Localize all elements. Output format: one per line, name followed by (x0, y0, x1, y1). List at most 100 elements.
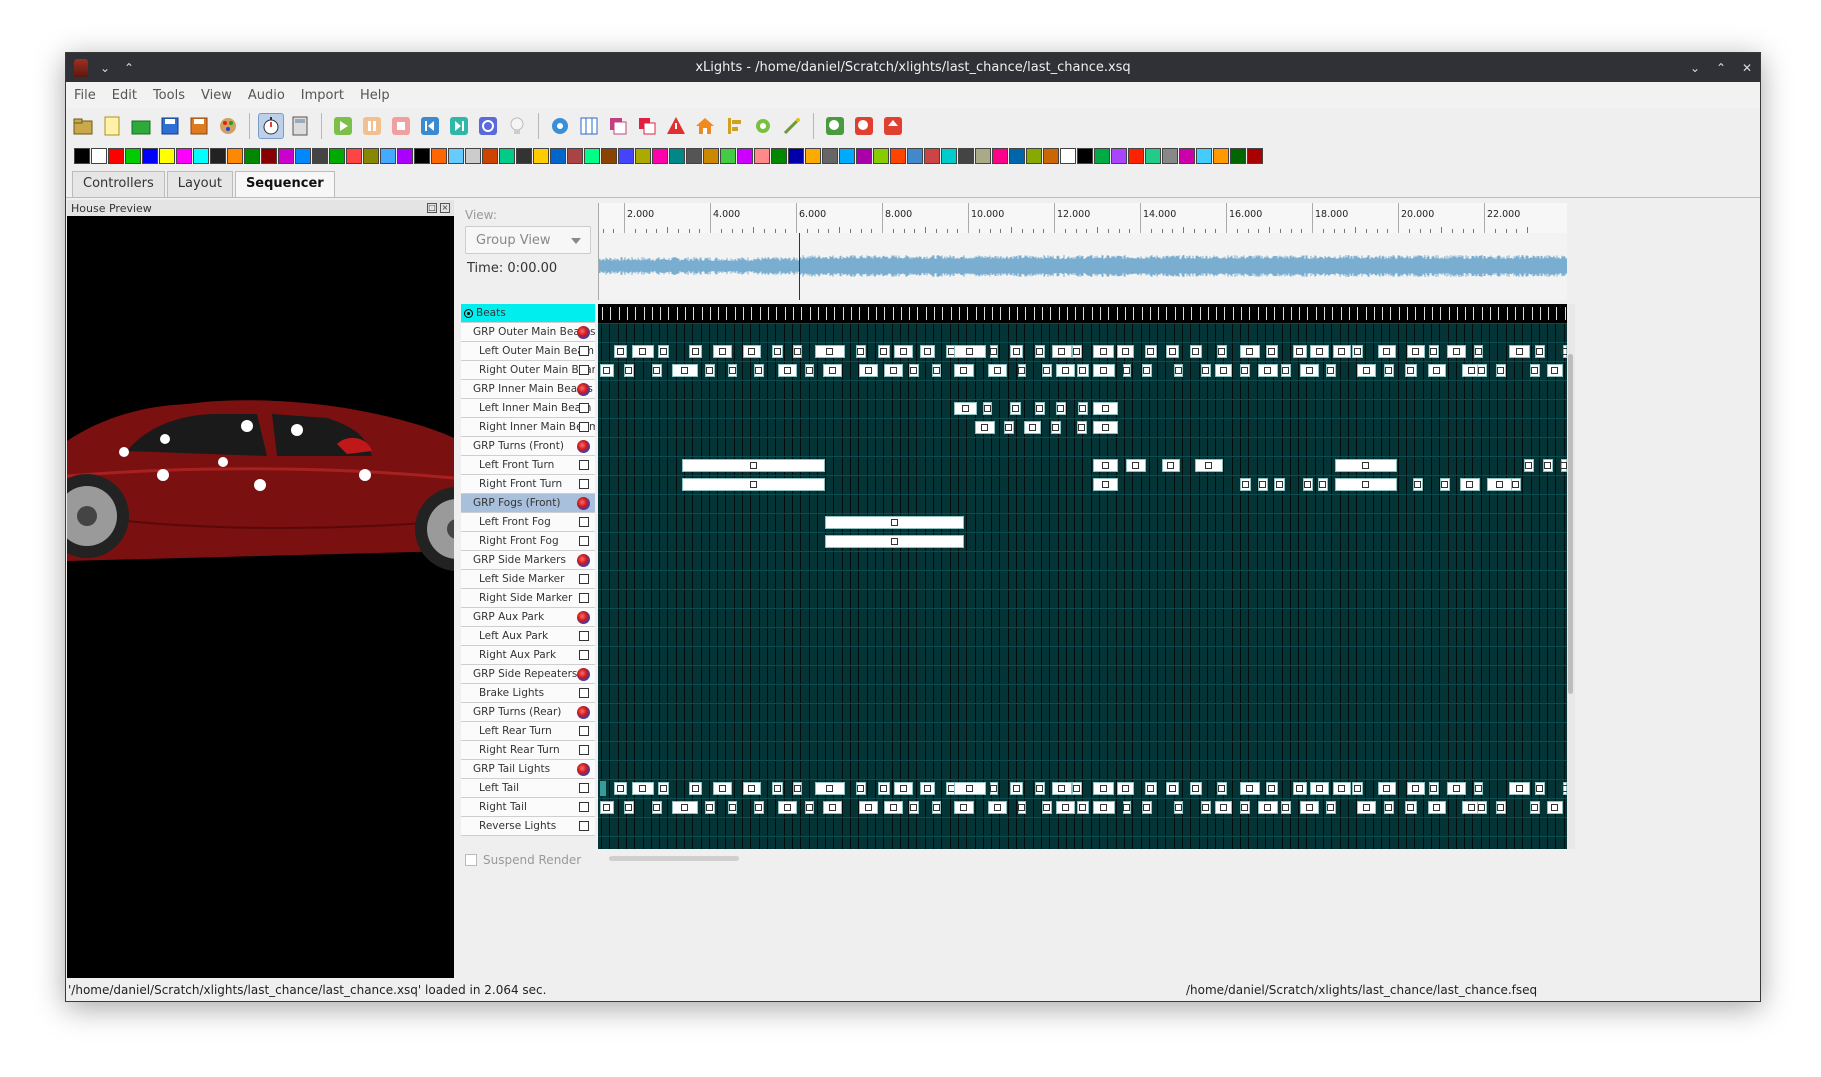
effect-block[interactable] (1352, 782, 1363, 795)
effect-block[interactable] (1384, 801, 1394, 814)
render-checkbox[interactable] (579, 593, 589, 603)
effect-block[interactable] (1240, 801, 1250, 814)
effect-tool-icon[interactable] (1145, 148, 1161, 164)
effect-block[interactable] (1078, 402, 1088, 415)
rewind-button[interactable] (417, 113, 443, 139)
group-icon[interactable] (577, 611, 590, 624)
effect-tool-icon[interactable] (550, 148, 566, 164)
effect-block[interactable] (1447, 782, 1466, 795)
render-checkbox[interactable] (579, 802, 589, 812)
effect-block[interactable] (1217, 782, 1227, 795)
effect-block[interactable] (1281, 364, 1291, 377)
radio-icon[interactable] (464, 308, 473, 318)
close-panel-icon[interactable]: × (440, 203, 450, 213)
effect-block[interactable] (954, 801, 974, 814)
effect-block[interactable] (1378, 782, 1396, 795)
maximize-button[interactable]: ⌃ (1714, 61, 1728, 75)
effect-block[interactable] (1024, 421, 1041, 434)
menu-file[interactable]: File (66, 88, 104, 103)
effect-block[interactable] (1035, 782, 1045, 795)
group-row[interactable]: GRP Side Markers (461, 551, 595, 570)
horizontal-scroll-thumb[interactable] (609, 856, 739, 861)
effect-block[interactable] (754, 364, 764, 377)
effect-block[interactable] (672, 801, 698, 814)
effect-block[interactable] (1240, 782, 1260, 795)
effect-tool-icon[interactable] (975, 148, 991, 164)
effect-block[interactable] (859, 364, 878, 377)
effect-block[interactable] (1035, 402, 1045, 415)
effect-block[interactable] (954, 345, 986, 358)
effect-block[interactable] (1384, 364, 1394, 377)
effect-block[interactable] (1474, 345, 1483, 358)
effect-block[interactable] (1258, 801, 1278, 814)
effect-block[interactable] (778, 364, 797, 377)
effect-block[interactable] (1266, 782, 1278, 795)
vertical-scroll-thumb[interactable] (1568, 354, 1573, 694)
effect-block[interactable] (1145, 345, 1157, 358)
effect-tool-icon[interactable] (924, 148, 940, 164)
group-icon[interactable] (577, 440, 590, 453)
effect-block[interactable] (1496, 801, 1506, 814)
effect-tool-icon[interactable] (210, 148, 226, 164)
effect-block[interactable] (1477, 364, 1487, 377)
effect-block[interactable] (1056, 801, 1075, 814)
save-as-button[interactable] (186, 113, 212, 139)
effect-block[interactable] (1035, 345, 1045, 358)
effect-tool-icon[interactable] (465, 148, 481, 164)
effect-block[interactable] (1335, 459, 1397, 472)
effect-block[interactable] (1077, 421, 1087, 434)
effect-tool-icon[interactable] (567, 148, 583, 164)
effect-block[interactable] (1429, 782, 1439, 795)
render-checkbox[interactable] (579, 346, 589, 356)
play-button[interactable] (330, 113, 356, 139)
effect-block[interactable] (772, 782, 783, 795)
render-checkbox[interactable] (579, 726, 589, 736)
effect-block[interactable] (1413, 478, 1423, 491)
effect-block[interactable] (1258, 478, 1268, 491)
effect-block[interactable] (1093, 364, 1115, 377)
model-row[interactable]: Left Side Marker (461, 570, 595, 589)
effect-block[interactable] (859, 801, 878, 814)
bulb-button[interactable] (504, 113, 530, 139)
effect-block[interactable] (600, 801, 614, 814)
effect-block[interactable] (614, 782, 627, 795)
menu-edit[interactable]: Edit (104, 88, 145, 103)
effect-tool-icon[interactable] (244, 148, 260, 164)
effect-block[interactable] (1093, 402, 1118, 415)
effect-block[interactable] (1077, 801, 1089, 814)
effect-tool-icon[interactable] (1179, 148, 1195, 164)
effect-block[interactable] (1018, 801, 1026, 814)
fast-forward-button[interactable] (446, 113, 472, 139)
effect-block[interactable] (1056, 402, 1066, 415)
model-row[interactable]: Right Side Marker (461, 589, 595, 608)
render-checkbox[interactable] (579, 688, 589, 698)
effect-block[interactable] (884, 364, 903, 377)
effect-tool-icon[interactable] (1077, 148, 1093, 164)
effect-block[interactable] (1093, 801, 1115, 814)
group-icon[interactable] (577, 326, 590, 339)
effect-block[interactable] (600, 364, 614, 377)
group-row[interactable]: GRP Side Repeaters (461, 665, 595, 684)
model-row[interactable]: Left Outer Main Beam (461, 342, 595, 361)
close-button[interactable]: ✕ (1740, 61, 1754, 75)
effect-block[interactable] (1357, 364, 1376, 377)
effect-block[interactable] (689, 782, 702, 795)
group-icon[interactable] (577, 554, 590, 567)
effect-tool-icon[interactable] (295, 148, 311, 164)
effect-tool-icon[interactable] (941, 148, 957, 164)
effect-block[interactable] (1004, 421, 1014, 434)
effect-tool-icon[interactable] (380, 148, 396, 164)
effect-block[interactable] (1117, 782, 1134, 795)
effect-block[interactable] (743, 345, 761, 358)
effect-tool-icon[interactable] (669, 148, 685, 164)
effects-settings-button[interactable] (750, 113, 776, 139)
effect-block[interactable] (1166, 782, 1179, 795)
effect-block[interactable] (713, 782, 732, 795)
model-row[interactable]: Brake Lights (461, 684, 595, 703)
effect-block[interactable] (705, 364, 715, 377)
effect-tool-icon[interactable] (74, 148, 90, 164)
effect-block[interactable] (823, 364, 842, 377)
effect-block[interactable] (1335, 478, 1397, 491)
group-icon[interactable] (577, 383, 590, 396)
effect-block[interactable] (778, 801, 797, 814)
